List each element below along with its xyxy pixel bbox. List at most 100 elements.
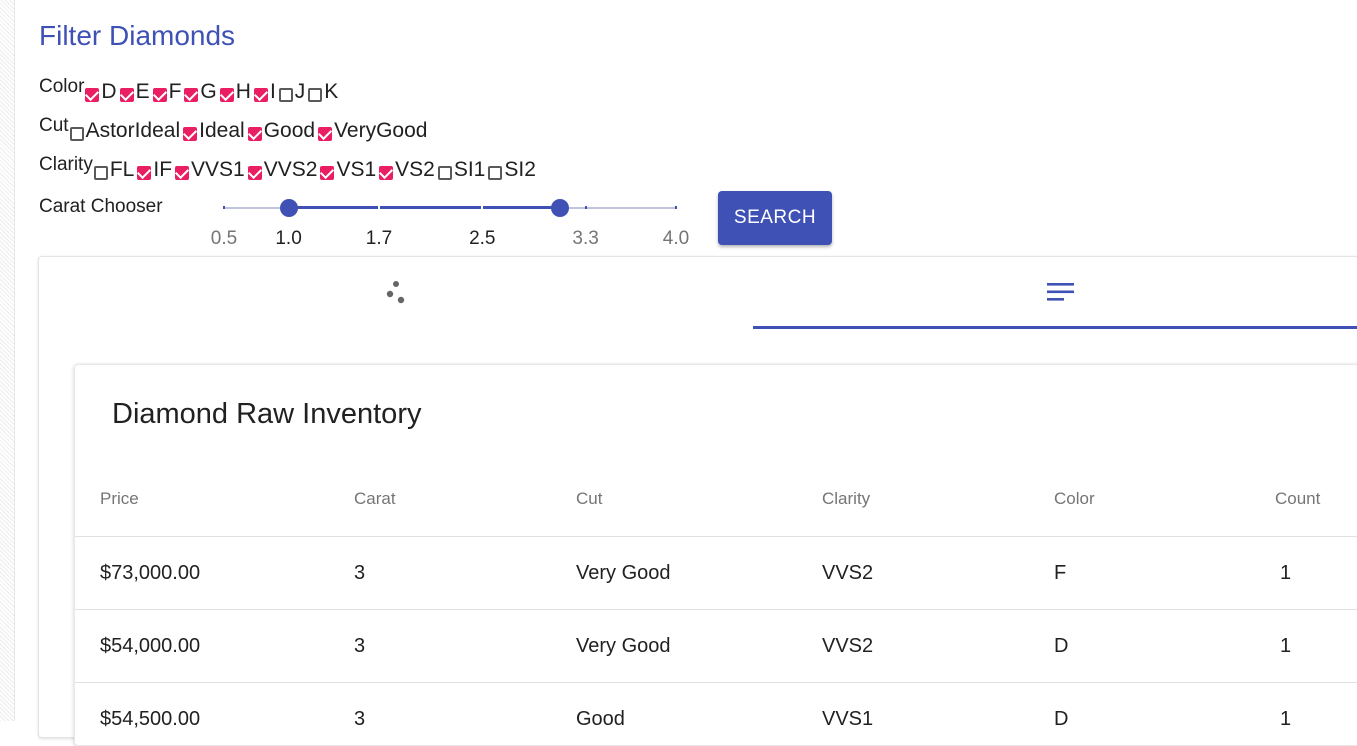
check-icon bbox=[317, 125, 333, 140]
cut-checkbox-verygood[interactable] bbox=[317, 125, 333, 141]
page-left-border bbox=[0, 0, 15, 721]
slider-thumb-max[interactable] bbox=[550, 199, 569, 217]
color-option-i: I bbox=[253, 78, 278, 104]
clarity-checkbox-vvs1[interactable] bbox=[174, 164, 190, 180]
clarity-checkbox-vvs2[interactable] bbox=[247, 164, 262, 180]
color-checkbox-e[interactable] bbox=[119, 86, 134, 102]
slider-mark-label: 1.7 bbox=[365, 228, 393, 249]
color-option-label: K bbox=[324, 80, 339, 103]
color-option-e: E bbox=[119, 78, 152, 104]
slider-mark-label: 2.5 bbox=[469, 228, 496, 249]
color-option-label: H bbox=[235, 80, 251, 103]
check-icon bbox=[137, 164, 152, 179]
column-header-count: Count bbox=[1275, 489, 1321, 508]
carat-chooser-label: Carat Chooser bbox=[39, 196, 163, 217]
clarity-options: FL IF VVS1 VVS2 VS1 VS2 SI1 SI2 bbox=[93, 156, 538, 182]
color-option-label: I bbox=[269, 80, 276, 103]
cut-filter-label: Cut bbox=[39, 115, 69, 136]
check-icon bbox=[247, 164, 262, 179]
clarity-option-vs2: VS2 bbox=[378, 156, 437, 182]
check-icon bbox=[119, 86, 134, 101]
active-tab-indicator bbox=[753, 326, 1357, 329]
page-title: Filter Diamonds bbox=[39, 20, 236, 51]
column-header-clarity: Clarity bbox=[822, 489, 871, 508]
check-icon bbox=[184, 86, 199, 101]
cell-color: F bbox=[1054, 562, 1067, 584]
cut-option-label: AstorIdeal bbox=[85, 119, 181, 142]
clarity-option-si2: SI2 bbox=[487, 156, 538, 182]
clarity-filter-row: Clarity FL IF VVS1 VVS2 VS1 VS2 SI1 SI2 bbox=[39, 154, 538, 186]
cell-cut: Very Good bbox=[576, 562, 671, 584]
check-icon bbox=[219, 86, 234, 101]
cell-count: 1 bbox=[1280, 708, 1292, 730]
inventory-card: Diamond Raw Inventory Price Carat Cut Clari… bbox=[74, 364, 1357, 746]
cell-count: 1 bbox=[1280, 562, 1292, 584]
clarity-option-label: SI2 bbox=[504, 158, 536, 181]
color-option-label: F bbox=[168, 80, 182, 103]
clarity-checkbox-si2[interactable] bbox=[488, 166, 503, 180]
color-checkbox-k[interactable] bbox=[308, 88, 323, 102]
clarity-option-label: SI1 bbox=[453, 158, 486, 181]
table-row: $54,000.00 3 Very Good VVS2 D 1 bbox=[75, 609, 1357, 683]
cell-clarity: VVS1 bbox=[822, 708, 874, 730]
color-checkbox-d[interactable] bbox=[85, 86, 100, 102]
scatter-plot-icon bbox=[386, 281, 405, 304]
slider-mark-label: 1.0 bbox=[275, 228, 302, 249]
clarity-checkbox-fl[interactable] bbox=[93, 166, 108, 180]
cell-cut: Very Good bbox=[576, 635, 671, 657]
column-header-carat: Carat bbox=[354, 489, 396, 508]
clarity-option-label: VVS1 bbox=[191, 158, 245, 181]
check-icon bbox=[379, 164, 394, 179]
clarity-option-vs1: VS1 bbox=[319, 156, 378, 182]
color-checkbox-f[interactable] bbox=[152, 86, 167, 102]
slider-mark bbox=[481, 206, 484, 209]
cut-checkbox-ideal[interactable] bbox=[183, 125, 198, 141]
check-icon bbox=[174, 164, 190, 179]
color-option-j: J bbox=[278, 78, 308, 104]
cell-count: 1 bbox=[1280, 635, 1292, 657]
clarity-option-label: VVS2 bbox=[263, 158, 318, 181]
slider-track bbox=[288, 206, 560, 209]
slider-mark bbox=[584, 206, 587, 209]
clarity-option-label: VS1 bbox=[336, 158, 377, 181]
cut-option-ideal: Ideal bbox=[182, 117, 247, 143]
slider-mark bbox=[675, 206, 677, 209]
color-checkbox-g[interactable] bbox=[184, 86, 199, 102]
clarity-option-label: FL bbox=[109, 158, 135, 181]
color-checkbox-h[interactable] bbox=[219, 86, 234, 102]
clarity-option-if: IF bbox=[136, 156, 174, 182]
cell-cut: Good bbox=[576, 708, 625, 730]
color-checkbox-i[interactable] bbox=[253, 86, 269, 102]
color-option-g: G bbox=[183, 78, 218, 104]
check-icon bbox=[183, 125, 198, 140]
color-checkbox-j[interactable] bbox=[278, 88, 293, 102]
column-header-color: Color bbox=[1054, 489, 1095, 508]
slider-mark-label: 0.5 bbox=[210, 228, 238, 249]
clarity-option-vvs2: VVS2 bbox=[247, 156, 320, 182]
clarity-checkbox-si1[interactable] bbox=[437, 166, 452, 180]
slider-mark bbox=[223, 206, 225, 209]
carat-range-slider[interactable] bbox=[223, 199, 677, 217]
color-option-d: D bbox=[84, 78, 118, 104]
slider-mark-label: 4.0 bbox=[662, 228, 690, 249]
search-button[interactable]: SEARCH bbox=[718, 191, 832, 245]
cut-option-label: Ideal bbox=[199, 119, 245, 142]
check-icon bbox=[253, 86, 269, 101]
clarity-option-si1: SI1 bbox=[437, 156, 488, 182]
clarity-checkbox-if[interactable] bbox=[137, 164, 152, 180]
cut-filter-row: Cut AstorIdeal Ideal Good VeryGood bbox=[39, 115, 429, 147]
slider-thumb-min[interactable] bbox=[279, 199, 298, 217]
slider-mark-label: 3.3 bbox=[572, 228, 599, 249]
cut-checkbox-good[interactable] bbox=[247, 125, 262, 141]
cut-option-verygood: VeryGood bbox=[317, 117, 429, 143]
cell-color: D bbox=[1054, 635, 1069, 657]
column-header-price: Price bbox=[100, 489, 139, 508]
clarity-checkbox-vs2[interactable] bbox=[379, 164, 394, 180]
cell-price: $54,000.00 bbox=[100, 635, 201, 657]
tab-scatter-plot[interactable] bbox=[39, 257, 753, 327]
clarity-checkbox-vs1[interactable] bbox=[320, 164, 335, 180]
color-option-label: E bbox=[135, 80, 150, 103]
list-icon bbox=[1047, 283, 1074, 301]
tab-list-view[interactable] bbox=[753, 257, 1357, 327]
cut-checkbox-astorideal[interactable] bbox=[69, 127, 84, 141]
